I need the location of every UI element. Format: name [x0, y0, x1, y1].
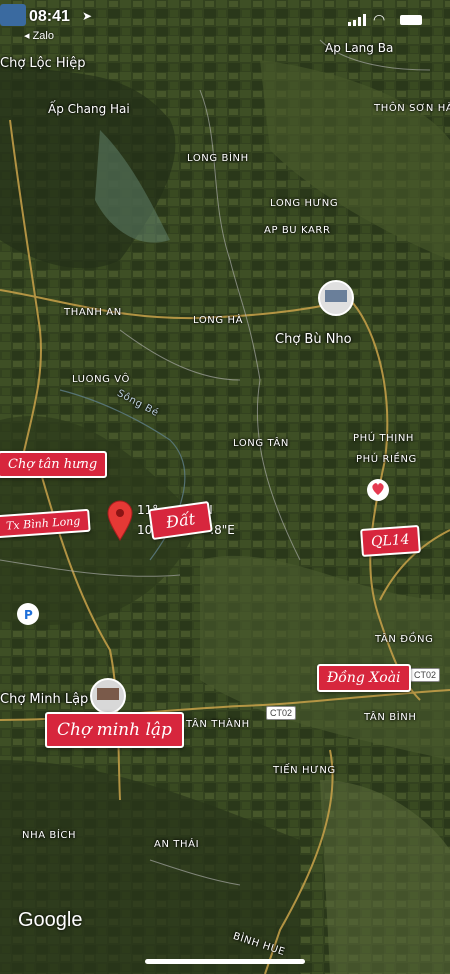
sticker-ql14: QL14	[360, 524, 421, 558]
back-to-app-link[interactable]: ◂ Zalo	[24, 29, 54, 42]
place-label: LUONG VÔ	[72, 374, 131, 385]
place-label: TÂN THÀNH	[186, 719, 250, 730]
place-label: TÂN BÌNH	[364, 712, 417, 723]
status-time: 08:41	[29, 8, 70, 25]
place-label: TIẾN HƯNG	[273, 765, 336, 776]
place-label: NHA BÍCH	[22, 830, 77, 841]
place-label: PHÚ RIỀNG	[356, 454, 417, 465]
svg-text:P: P	[24, 608, 33, 622]
wifi-icon: ◠	[373, 11, 386, 27]
status-bar: 08:41 ➤ ◂ Zalo ◠	[0, 0, 450, 44]
zalo-app-icon	[0, 4, 26, 26]
place-label[interactable]: Chợ Minh Lập	[0, 692, 88, 707]
sticker-dong-xoai: Đồng Xoài	[317, 664, 411, 692]
battery-icon	[400, 15, 422, 25]
google-attribution: Google	[18, 909, 83, 931]
home-indicator[interactable]	[145, 959, 305, 964]
back-app-label: Zalo	[32, 30, 54, 42]
satellite-map[interactable]: P	[0, 0, 450, 974]
place-label: Ap Lang Ba	[325, 41, 394, 55]
place-label: THÔN SƠN HÀ	[374, 103, 450, 114]
sticker-cho-minh-lap: Chợ minh lập	[45, 712, 184, 748]
place-label: THANH AN	[64, 307, 122, 318]
place-label: LONG HƯNG	[270, 198, 339, 209]
place-label: LONG BÌNH	[187, 153, 249, 164]
place-label: PHÚ THỊNH	[353, 433, 415, 444]
place-label[interactable]: Chợ Bù Nho	[275, 332, 352, 347]
route-badge: CT02	[410, 668, 441, 682]
sticker-cho-tan-hung: Chợ tân hưng	[0, 451, 108, 478]
place-label: AP BU KARR	[264, 225, 331, 236]
place-label: TÂN ĐỒNG	[375, 634, 434, 645]
place-label: LONG TÂN	[233, 438, 289, 449]
place-label: LONG HÀ	[193, 315, 244, 326]
place-label: Chợ Lộc Hiệp	[0, 56, 86, 71]
place-label: Ấp Chang Hai	[48, 102, 130, 116]
location-arrow-icon: ➤	[82, 9, 93, 23]
signal-icon	[348, 14, 366, 26]
place-label: AN THÁI	[154, 839, 200, 850]
route-badge: CT02	[266, 706, 297, 720]
